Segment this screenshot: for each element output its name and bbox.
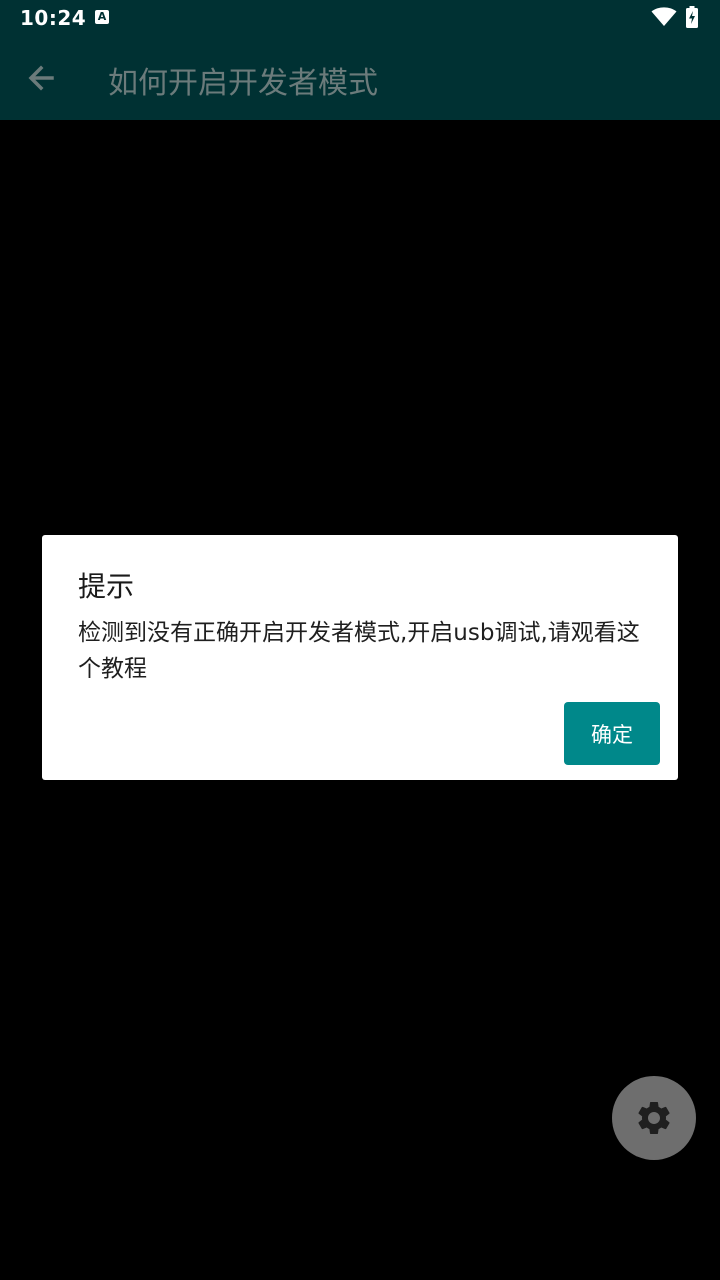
a-icon: A: [95, 10, 109, 24]
back-arrow-icon[interactable]: [24, 60, 60, 96]
status-bar: 10:24 A: [0, 0, 720, 36]
dialog-title: 提示: [78, 570, 135, 603]
dialog-message: 检测到没有正确开启开发者模式,开启usb调试,请观看这个教程: [78, 620, 640, 682]
settings-fab[interactable]: [612, 1076, 696, 1160]
screen: 10:24 A 如何开启开发者模式 提示 检测到没有正确开启开发者模式,开启us…: [0, 0, 720, 1280]
battery-charging-icon: [686, 6, 698, 28]
alert-dialog: 提示 检测到没有正确开启开发者模式,开启usb调试,请观看这个教程 确定: [42, 535, 678, 780]
status-time: 10:24: [20, 6, 87, 30]
wifi-icon: [651, 7, 677, 26]
gear-icon: [638, 1102, 670, 1134]
app-bar: 如何开启开发者模式: [0, 36, 720, 120]
app-title: 如何开启开发者模式: [108, 66, 378, 101]
ok-button[interactable]: 确定: [564, 702, 660, 765]
